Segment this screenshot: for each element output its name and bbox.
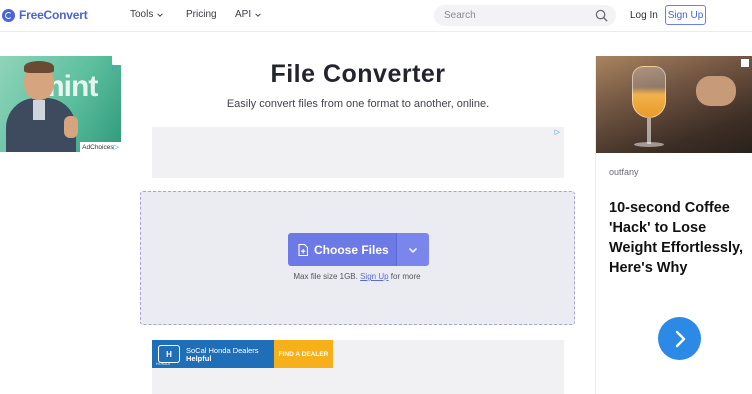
page-title: File Converter	[270, 60, 446, 88]
logo-text: FreeConvert	[19, 8, 88, 22]
nav-label-tools: Tools	[130, 9, 154, 20]
adchoices-badge[interactable]: AdChoices ▷	[80, 142, 121, 152]
honda-wordmark: HONDA	[156, 362, 171, 366]
adchoices-icon: ▷	[113, 143, 119, 151]
choose-files-button[interactable]: Choose Files	[288, 233, 396, 266]
ad-next-button[interactable]	[658, 317, 701, 360]
max-file-size-note: Max file size 1GB. Sign Up for more	[141, 272, 573, 281]
freeconvert-logo-icon	[2, 8, 15, 22]
file-upload-icon	[298, 243, 308, 256]
ad-source-label: outfany	[609, 167, 639, 177]
nav-item-pricing[interactable]: Pricing	[186, 9, 217, 20]
ad-person-hair	[24, 61, 54, 73]
max-size-suffix: for more	[390, 272, 421, 281]
signup-link[interactable]: Sign Up	[360, 272, 388, 281]
honda-ad-panel: H HONDA SoCal Honda Dealers Helpful	[152, 340, 274, 368]
search-box	[434, 5, 616, 26]
ad-photo[interactable]	[596, 56, 752, 153]
nav-item-api[interactable]: API	[235, 9, 261, 20]
ad-bottom-banner[interactable]: H HONDA SoCal Honda Dealers Helpful FIND…	[152, 340, 564, 394]
logo[interactable]: FreeConvert	[2, 8, 88, 22]
honda-ad-text: SoCal Honda Dealers Helpful	[186, 347, 259, 363]
ad-right-panel[interactable]: outfany 10-second Coffee 'Hack' to Lose …	[595, 56, 752, 394]
ad-photo-glass-foot	[634, 142, 664, 147]
ad-person-hand	[64, 116, 78, 138]
ad-photo-glass-stem	[647, 118, 651, 144]
ad-info-icon[interactable]: ▷	[112, 56, 121, 71]
chevron-down-icon	[157, 12, 164, 17]
ad-headline[interactable]: 10-second Coffee 'Hack' to Lose Weight E…	[609, 198, 751, 278]
page-subtitle: Easily convert files from one format to …	[226, 98, 490, 110]
chevron-right-icon	[675, 330, 685, 347]
search-input[interactable]	[444, 10, 584, 21]
find-dealer-button[interactable]: FIND A DEALER	[274, 340, 333, 368]
ad-person-shirt	[33, 100, 45, 120]
choose-source-dropdown-button[interactable]	[396, 233, 429, 266]
nav-label-api: API	[235, 9, 252, 20]
file-drop-zone[interactable]: Choose Files Max file size 1GB. Sign Up …	[140, 191, 575, 325]
honda-ad-line2: Helpful	[186, 354, 212, 363]
top-navigation-bar: FreeConvert Tools Pricing API Log In Sig…	[0, 0, 752, 32]
ad-left-banner[interactable]: mint ▷ AdChoices ▷	[0, 56, 121, 152]
search-icon[interactable]	[595, 9, 608, 22]
nav-label-pricing: Pricing	[186, 9, 217, 20]
ad-photo-glass	[632, 66, 666, 118]
signup-button[interactable]: Sign Up	[665, 5, 706, 25]
adchoices-label: AdChoices	[82, 143, 114, 151]
choose-files-control: Choose Files	[288, 233, 429, 266]
choose-files-label: Choose Files	[314, 242, 389, 257]
honda-logo-icon: H	[158, 345, 180, 363]
ad-photo-hand	[696, 76, 736, 106]
max-size-text: Max file size 1GB.	[293, 272, 358, 281]
ad-middle-banner[interactable]: ▷	[152, 127, 564, 178]
ad-info-icon[interactable]	[741, 59, 749, 67]
login-link[interactable]: Log In	[630, 10, 658, 21]
nav-item-tools[interactable]: Tools	[130, 9, 164, 20]
adchoices-icon[interactable]: ▷	[555, 129, 560, 136]
honda-ad-strip[interactable]: H HONDA SoCal Honda Dealers Helpful FIND…	[152, 340, 333, 368]
chevron-down-icon	[255, 12, 261, 17]
chevron-down-icon	[408, 247, 418, 253]
